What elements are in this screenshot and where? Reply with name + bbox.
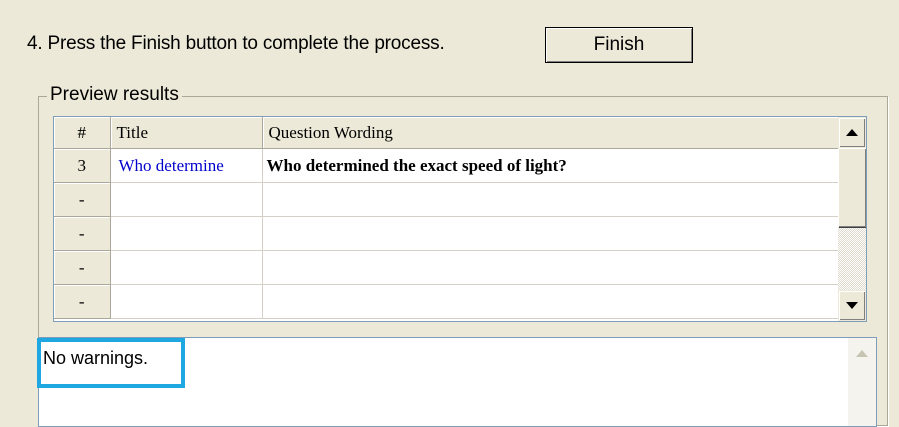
row-title-cell[interactable]	[110, 182, 263, 217]
row-wording-cell[interactable]	[262, 182, 841, 217]
preview-table: # Title Question Wording 3 Who determine…	[54, 117, 841, 319]
row-number: -	[54, 284, 111, 319]
warnings-text: No warnings.	[43, 348, 149, 368]
scroll-up-button[interactable]	[838, 117, 866, 148]
row-wording-cell[interactable]	[262, 250, 841, 285]
grid-vertical-scrollbar[interactable]	[838, 117, 866, 321]
row-number: -	[54, 216, 111, 251]
arrow-up-icon	[856, 349, 868, 357]
column-header-title[interactable]: Title	[110, 117, 263, 149]
preview-results-legend: Preview results	[47, 84, 182, 106]
column-header-number[interactable]: #	[54, 117, 111, 149]
table-row[interactable]: -	[54, 216, 841, 251]
row-number: -	[54, 182, 111, 217]
table-row[interactable]: -	[54, 284, 841, 319]
arrow-down-icon	[846, 302, 858, 309]
table-row[interactable]: -	[54, 250, 841, 285]
column-header-wording[interactable]: Question Wording	[262, 117, 841, 149]
preview-grid[interactable]: # Title Question Wording 3 Who determine…	[53, 116, 867, 322]
table-header-row: # Title Question Wording	[54, 117, 841, 149]
arrow-up-icon	[846, 129, 858, 136]
row-title-cell[interactable]	[110, 216, 263, 251]
table-row[interactable]: -	[54, 182, 841, 217]
row-title-cell[interactable]	[110, 250, 263, 285]
row-wording-cell[interactable]	[262, 284, 841, 319]
warnings-box[interactable]: No warnings.	[37, 337, 877, 427]
finish-button[interactable]: Finish	[545, 27, 693, 63]
row-title-cell[interactable]	[110, 284, 263, 319]
row-number: 3	[54, 148, 111, 183]
row-number: -	[54, 250, 111, 285]
row-title-cell[interactable]: Who determine	[110, 148, 263, 183]
table-row[interactable]: 3 Who determine Who determined the exact…	[54, 148, 841, 183]
warnings-scroll-up-button	[848, 338, 876, 368]
step-instruction: 4. Press the Finish button to complete t…	[27, 33, 445, 54]
scroll-down-button[interactable]	[838, 290, 866, 321]
row-wording-cell[interactable]	[262, 216, 841, 251]
scroll-thumb[interactable]	[838, 148, 866, 227]
row-wording-cell[interactable]: Who determined the exact speed of light?	[262, 148, 841, 183]
